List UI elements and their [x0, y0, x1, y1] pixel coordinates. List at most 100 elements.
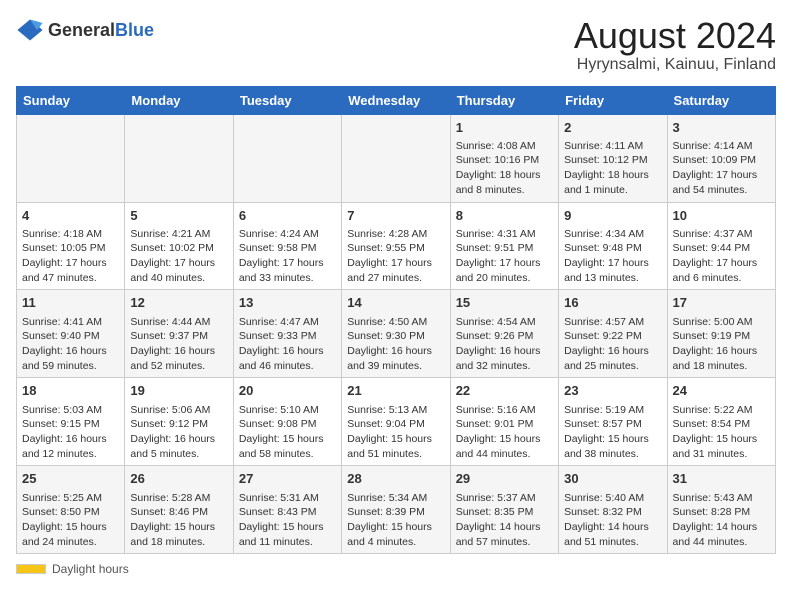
- day-info: Sunrise: 5:22 AM Sunset: 8:54 PM Dayligh…: [673, 403, 770, 462]
- day-info: Sunrise: 4:50 AM Sunset: 9:30 PM Dayligh…: [347, 315, 444, 374]
- day-number: 30: [564, 470, 661, 488]
- empty-cell: [342, 114, 450, 202]
- day-info: Sunrise: 5:34 AM Sunset: 8:39 PM Dayligh…: [347, 491, 444, 550]
- day-number: 21: [347, 382, 444, 400]
- week-row-3: 11 Sunrise: 4:41 AM Sunset: 9:40 PM Dayli…: [17, 290, 776, 378]
- day-cell-31: 31Sunrise: 5:43 AM Sunset: 8:28 PM Dayli…: [667, 466, 775, 554]
- day-cell-16: 16Sunrise: 4:57 AM Sunset: 9:22 PM Dayli…: [559, 290, 667, 378]
- day-info: Sunrise: 5:28 AM Sunset: 8:46 PM Dayligh…: [130, 491, 227, 550]
- day-cell-12: 12Sunrise: 4:44 AM Sunset: 9:37 PM Dayli…: [125, 290, 233, 378]
- day-number: 18: [22, 382, 119, 400]
- day-number: 5: [130, 207, 227, 225]
- week-row-4: 18 Sunrise: 5:03 AM Sunset: 9:15 PM Dayli…: [17, 378, 776, 466]
- day-cell-21: 21 Sunrise: 5:13 AM Sunset: 9:04 PM Dayli…: [342, 378, 450, 466]
- header-day-sunday: Sunday: [17, 86, 125, 114]
- day-number: 19: [130, 382, 227, 400]
- day-info: Sunrise: 4:21 AM Sunset: 10:02 PM Daylig…: [130, 227, 227, 286]
- day-cell-28: 28 Sunrise: 5:34 AM Sunset: 8:39 PM Dayli…: [342, 466, 450, 554]
- day-number: 14: [347, 294, 444, 312]
- title-area: August 2024 Hyrynsalmi, Kainuu, Finland: [574, 16, 776, 74]
- day-info: Sunrise: 4:54 AM Sunset: 9:26 PM Dayligh…: [456, 315, 553, 374]
- day-number: 7: [347, 207, 444, 225]
- empty-cell: [233, 114, 341, 202]
- day-cell-25: 25Sunrise: 5:25 AM Sunset: 8:50 PM Dayli…: [17, 466, 125, 554]
- day-info: Sunrise: 4:11 AM Sunset: 10:12 PM Daylig…: [564, 139, 661, 198]
- day-info: Sunrise: 5:16 AM Sunset: 9:01 PM Dayligh…: [456, 403, 553, 462]
- day-cell-8: 8Sunrise: 4:31 AM Sunset: 9:51 PM Daylig…: [450, 202, 558, 290]
- day-cell-29: 29 Sunrise: 5:37 AM Sunset: 8:35 PM Dayli…: [450, 466, 558, 554]
- day-cell-26: 26 Sunrise: 5:28 AM Sunset: 8:46 PM Dayli…: [125, 466, 233, 554]
- day-number: 17: [673, 294, 770, 312]
- logo-general-text: General: [48, 20, 115, 41]
- day-cell-30: 30 Sunrise: 5:40 AM Sunset: 8:32 PM Dayli…: [559, 466, 667, 554]
- day-number: 3: [673, 119, 770, 137]
- header-day-thursday: Thursday: [450, 86, 558, 114]
- day-cell-3: 3 Sunrise: 4:14 AM Sunset: 10:09 PM Dayli…: [667, 114, 775, 202]
- empty-cell: [17, 114, 125, 202]
- day-cell-23: 23Sunrise: 5:19 AM Sunset: 8:57 PM Dayli…: [559, 378, 667, 466]
- day-number: 24: [673, 382, 770, 400]
- calendar-header: SundayMondayTuesdayWednesdayThursdayFrid…: [17, 86, 776, 114]
- day-number: 28: [347, 470, 444, 488]
- week-row-2: 4 Sunrise: 4:18 AM Sunset: 10:05 PM Dayli…: [17, 202, 776, 290]
- day-cell-20: 20 Sunrise: 5:10 AM Sunset: 9:08 PM Dayli…: [233, 378, 341, 466]
- day-cell-19: 19 Sunrise: 5:06 AM Sunset: 9:12 PM Dayli…: [125, 378, 233, 466]
- day-info: Sunrise: 4:47 AM Sunset: 9:33 PM Dayligh…: [239, 315, 336, 374]
- day-info: Sunrise: 5:03 AM Sunset: 9:15 PM Dayligh…: [22, 403, 119, 462]
- day-number: 11: [22, 294, 119, 312]
- day-cell-13: 13 Sunrise: 4:47 AM Sunset: 9:33 PM Dayli…: [233, 290, 341, 378]
- calendar-table: SundayMondayTuesdayWednesdayThursdayFrid…: [16, 86, 776, 555]
- header-day-friday: Friday: [559, 86, 667, 114]
- footer: Daylight hours: [16, 562, 776, 576]
- day-number: 22: [456, 382, 553, 400]
- day-cell-24: 24 Sunrise: 5:22 AM Sunset: 8:54 PM Dayli…: [667, 378, 775, 466]
- day-cell-27: 27 Sunrise: 5:31 AM Sunset: 8:43 PM Dayli…: [233, 466, 341, 554]
- day-cell-22: 22 Sunrise: 5:16 AM Sunset: 9:01 PM Dayli…: [450, 378, 558, 466]
- day-info: Sunrise: 4:28 AM Sunset: 9:55 PM Dayligh…: [347, 227, 444, 286]
- day-info: Sunrise: 4:08 AM Sunset: 10:16 PM Daylig…: [456, 139, 553, 198]
- daylight-bar-icon: [16, 564, 46, 574]
- calendar-title: August 2024: [574, 16, 776, 56]
- day-info: Sunrise: 5:06 AM Sunset: 9:12 PM Dayligh…: [130, 403, 227, 462]
- day-info: Sunrise: 5:40 AM Sunset: 8:32 PM Dayligh…: [564, 491, 661, 550]
- day-info: Sunrise: 4:24 AM Sunset: 9:58 PM Dayligh…: [239, 227, 336, 286]
- day-cell-2: 2 Sunrise: 4:11 AM Sunset: 10:12 PM Dayli…: [559, 114, 667, 202]
- day-number: 26: [130, 470, 227, 488]
- calendar-subtitle: Hyrynsalmi, Kainuu, Finland: [574, 56, 776, 74]
- header: General Blue August 2024 Hyrynsalmi, Kai…: [16, 16, 776, 74]
- day-cell-7: 7 Sunrise: 4:28 AM Sunset: 9:55 PM Daylig…: [342, 202, 450, 290]
- day-info: Sunrise: 5:25 AM Sunset: 8:50 PM Dayligh…: [22, 491, 119, 550]
- day-info: Sunrise: 5:37 AM Sunset: 8:35 PM Dayligh…: [456, 491, 553, 550]
- day-info: Sunrise: 5:31 AM Sunset: 8:43 PM Dayligh…: [239, 491, 336, 550]
- day-number: 29: [456, 470, 553, 488]
- day-number: 2: [564, 119, 661, 137]
- day-info: Sunrise: 5:10 AM Sunset: 9:08 PM Dayligh…: [239, 403, 336, 462]
- day-info: Sunrise: 4:41 AM Sunset: 9:40 PM Dayligh…: [22, 315, 119, 374]
- day-cell-4: 4 Sunrise: 4:18 AM Sunset: 10:05 PM Dayli…: [17, 202, 125, 290]
- logo: General Blue: [16, 16, 154, 44]
- day-info: Sunrise: 4:14 AM Sunset: 10:09 PM Daylig…: [673, 139, 770, 198]
- day-number: 20: [239, 382, 336, 400]
- logo-icon: [16, 16, 44, 44]
- day-info: Sunrise: 5:19 AM Sunset: 8:57 PM Dayligh…: [564, 403, 661, 462]
- day-info: Sunrise: 4:37 AM Sunset: 9:44 PM Dayligh…: [673, 227, 770, 286]
- day-number: 6: [239, 207, 336, 225]
- header-day-monday: Monday: [125, 86, 233, 114]
- day-info: Sunrise: 4:34 AM Sunset: 9:48 PM Dayligh…: [564, 227, 661, 286]
- daylight-label: Daylight hours: [52, 562, 129, 576]
- day-number: 8: [456, 207, 553, 225]
- day-info: Sunrise: 5:13 AM Sunset: 9:04 PM Dayligh…: [347, 403, 444, 462]
- header-day-saturday: Saturday: [667, 86, 775, 114]
- day-cell-15: 15Sunrise: 4:54 AM Sunset: 9:26 PM Dayli…: [450, 290, 558, 378]
- header-day-wednesday: Wednesday: [342, 86, 450, 114]
- day-cell-10: 10Sunrise: 4:37 AM Sunset: 9:44 PM Dayli…: [667, 202, 775, 290]
- day-number: 4: [22, 207, 119, 225]
- day-cell-1: 1Sunrise: 4:08 AM Sunset: 10:16 PM Dayli…: [450, 114, 558, 202]
- day-info: Sunrise: 4:18 AM Sunset: 10:05 PM Daylig…: [22, 227, 119, 286]
- day-number: 13: [239, 294, 336, 312]
- day-number: 27: [239, 470, 336, 488]
- day-cell-6: 6 Sunrise: 4:24 AM Sunset: 9:58 PM Daylig…: [233, 202, 341, 290]
- day-number: 16: [564, 294, 661, 312]
- day-cell-9: 9Sunrise: 4:34 AM Sunset: 9:48 PM Daylig…: [559, 202, 667, 290]
- day-number: 31: [673, 470, 770, 488]
